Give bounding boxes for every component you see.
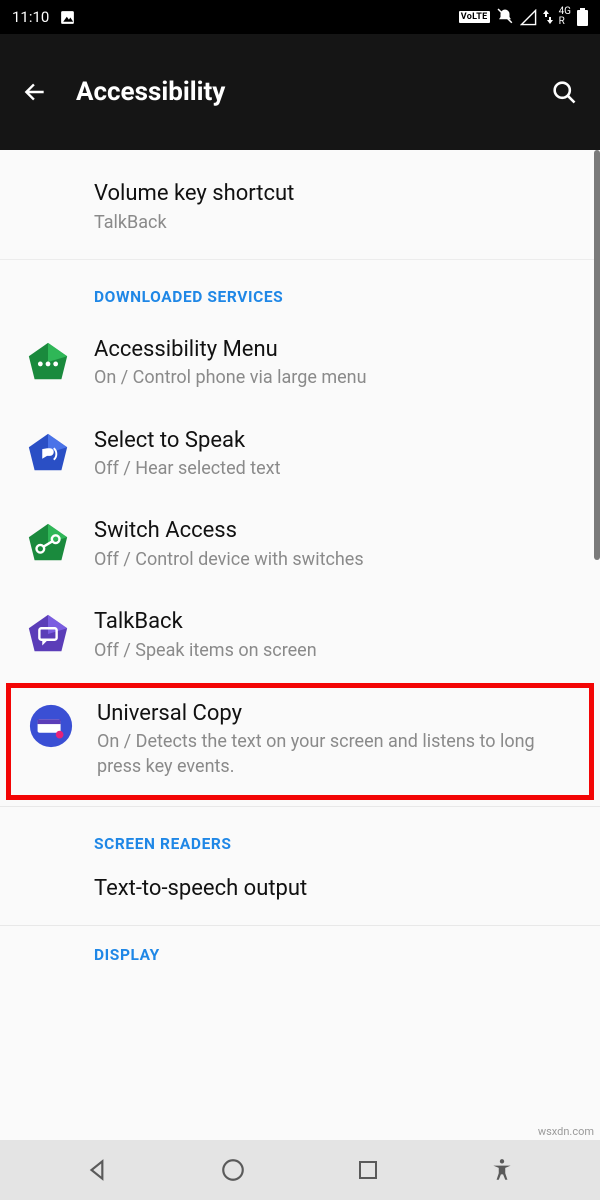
service-universal-copy[interactable]: Universal Copy On / Detects the text on … xyxy=(6,683,594,800)
setting-volume-key-shortcut[interactable]: Volume key shortcut TalkBack xyxy=(0,150,600,260)
bell-off-icon xyxy=(496,8,514,26)
back-icon[interactable] xyxy=(22,79,48,105)
setting-text-to-speech[interactable]: Text-to-speech output xyxy=(0,865,600,907)
status-time: 11:10 xyxy=(12,8,49,26)
accessibility-menu-icon xyxy=(25,339,71,385)
service-accessibility-menu[interactable]: Accessibility Menu On / Control phone vi… xyxy=(0,318,600,409)
status-bar: 11:10 VoLTE 4GR xyxy=(0,0,600,34)
service-talkback[interactable]: TalkBack Off / Speak items on screen xyxy=(0,590,600,681)
nav-recent-icon[interactable] xyxy=(356,1158,380,1182)
app-bar: Accessibility xyxy=(0,34,600,150)
content-area: Volume key shortcut TalkBack DOWNLOADED … xyxy=(0,150,600,976)
navigation-bar xyxy=(0,1140,600,1200)
nav-back-icon[interactable] xyxy=(85,1157,111,1183)
section-screen-readers: SCREEN READERS xyxy=(0,807,600,865)
row-subtitle: On / Detects the text on your screen and… xyxy=(97,730,573,779)
search-icon[interactable] xyxy=(550,78,578,106)
row-subtitle: Off / Control device with switches xyxy=(94,548,576,572)
row-title: Text-to-speech output xyxy=(94,875,576,903)
select-to-speak-icon xyxy=(25,430,71,476)
watermark: wsxdn.com xyxy=(538,1125,594,1138)
row-title: Select to Speak xyxy=(94,427,576,455)
nav-home-icon[interactable] xyxy=(220,1157,246,1183)
row-title: TalkBack xyxy=(94,608,576,636)
page-title: Accessibility xyxy=(76,77,522,107)
section-display: DISPLAY xyxy=(0,926,600,976)
scroll-indicator[interactable] xyxy=(594,150,600,560)
service-select-to-speak[interactable]: Select to Speak Off / Hear selected text xyxy=(0,409,600,500)
network-label: 4GR xyxy=(559,7,571,27)
row-subtitle: Off / Speak items on screen xyxy=(94,639,576,663)
battery-icon xyxy=(577,8,588,26)
row-title: Universal Copy xyxy=(97,700,573,728)
row-title: Volume key shortcut xyxy=(94,180,576,208)
data-arrows-icon xyxy=(543,10,553,24)
picture-icon xyxy=(59,9,76,26)
service-switch-access[interactable]: Switch Access Off / Control device with … xyxy=(0,499,600,590)
volte-icon: VoLTE xyxy=(459,11,490,23)
row-title: Switch Access xyxy=(94,517,576,545)
row-subtitle: On / Control phone via large menu xyxy=(94,366,576,390)
switch-access-icon xyxy=(25,520,71,566)
section-downloaded-services: DOWNLOADED SERVICES xyxy=(0,260,600,318)
signal-icon xyxy=(520,9,537,26)
row-subtitle: Off / Hear selected text xyxy=(94,457,576,481)
talkback-icon xyxy=(25,611,71,657)
nav-accessibility-icon[interactable] xyxy=(489,1157,515,1183)
row-title: Accessibility Menu xyxy=(94,336,576,364)
row-subtitle: TalkBack xyxy=(94,211,576,235)
universal-copy-icon xyxy=(28,703,74,749)
